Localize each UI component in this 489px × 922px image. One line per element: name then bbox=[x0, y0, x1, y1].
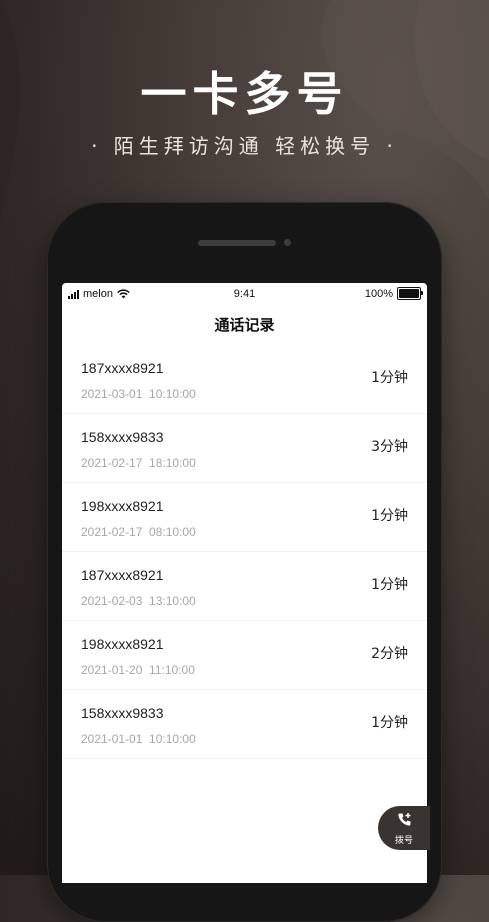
call-number: 187xxxx8921 bbox=[81, 567, 164, 583]
call-number: 187xxxx8921 bbox=[81, 360, 164, 376]
promo-headline: 一卡多号 bbox=[140, 67, 349, 121]
call-log-list: 187xxxx8921 2021-03-01 10:10:00 1分钟 158x… bbox=[62, 345, 427, 759]
call-datetime: 2021-03-01 10:10:00 bbox=[81, 387, 196, 401]
call-log-row[interactable]: 158xxxx9833 2021-02-17 18:10:00 3分钟 bbox=[62, 414, 427, 483]
call-duration: 1分钟 bbox=[371, 370, 408, 386]
status-right: 100% bbox=[364, 287, 423, 300]
promo-subline: · 陌生拜访沟通 轻松换号 · bbox=[91, 134, 398, 158]
call-datetime: 2021-01-20 11:10:00 bbox=[81, 663, 195, 677]
call-log-row[interactable]: 158xxxx9833 2021-01-01 10:10:00 1分钟 bbox=[62, 690, 427, 759]
battery-icon bbox=[397, 287, 423, 300]
phone-camera bbox=[284, 239, 291, 246]
call-datetime: 2021-02-17 08:10:00 bbox=[81, 525, 196, 539]
call-log-row[interactable]: 198xxxx8921 2021-01-20 11:10:00 2分钟 bbox=[62, 621, 427, 690]
call-duration: 1分钟 bbox=[371, 508, 408, 524]
dial-button[interactable]: 拨号 bbox=[378, 806, 430, 850]
screen-title: 通话记录 bbox=[214, 316, 275, 334]
call-log-row[interactable]: 198xxxx8921 2021-02-17 08:10:00 1分钟 bbox=[62, 483, 427, 552]
phone-speaker bbox=[198, 240, 276, 246]
call-number: 158xxxx9833 bbox=[81, 429, 164, 445]
call-duration: 1分钟 bbox=[371, 577, 408, 593]
call-log-row[interactable]: 187xxxx8921 2021-03-01 10:10:00 1分钟 bbox=[62, 345, 427, 414]
status-bar: melon 9:41 100% bbox=[62, 283, 427, 305]
call-number: 198xxxx8921 bbox=[81, 636, 164, 652]
call-datetime: 2021-01-01 10:10:00 bbox=[81, 732, 196, 746]
call-number: 198xxxx8921 bbox=[81, 498, 164, 514]
call-duration: 2分钟 bbox=[371, 646, 408, 662]
call-datetime: 2021-02-17 18:10:00 bbox=[81, 456, 196, 470]
battery-percent: 100% bbox=[364, 287, 393, 300]
call-datetime: 2021-02-03 13:10:00 bbox=[81, 594, 196, 608]
phone-screen: melon 9:41 100% 通话记录 187xxxx8921 2021-03… bbox=[62, 283, 427, 883]
phone-dial-icon bbox=[398, 813, 411, 826]
call-number: 158xxxx9833 bbox=[81, 705, 164, 721]
call-log-row[interactable]: 187xxxx8921 2021-02-03 13:10:00 1分钟 bbox=[62, 552, 427, 621]
dial-button-label: 拨号 bbox=[394, 836, 413, 846]
call-duration: 3分钟 bbox=[371, 439, 408, 455]
call-duration: 1分钟 bbox=[371, 715, 408, 731]
